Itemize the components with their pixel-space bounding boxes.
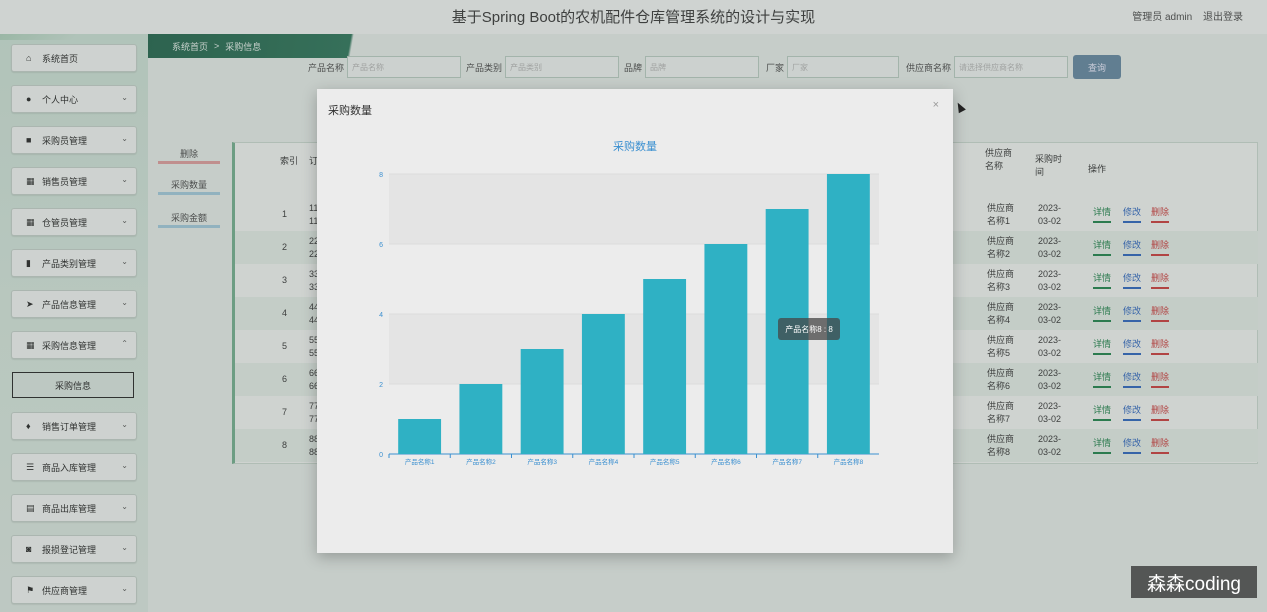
bar-8	[826, 174, 870, 454]
bar-6	[704, 244, 748, 454]
y-tick-label: 2	[379, 382, 383, 389]
y-tick-label: 8	[379, 172, 383, 179]
x-tick-label: 产品名称7	[772, 457, 802, 466]
blur-patch	[886, 489, 956, 553]
x-tick-label: 产品名称5	[650, 457, 680, 466]
y-tick-label: 0	[379, 452, 383, 459]
chart-title: 采购数量	[613, 139, 657, 153]
x-tick-label: 产品名称1	[405, 457, 435, 466]
bar-5	[643, 279, 687, 454]
y-tick-label: 4	[379, 312, 383, 319]
x-tick-label: 产品名称4	[589, 457, 619, 466]
bar-3	[520, 349, 564, 454]
bar-4	[581, 314, 625, 454]
bar-2	[459, 384, 503, 454]
watermark: 森森coding	[1131, 566, 1257, 598]
x-tick-label: 产品名称2	[466, 457, 496, 466]
y-tick-label: 6	[379, 242, 383, 249]
chart-modal: 采购数量 × 采购数量 0 2 4 6 8 产品名称1 产品名称2 产品名称3 产品名称4 产品名称…	[317, 89, 953, 553]
bar-1	[398, 419, 442, 454]
chart-tooltip-text: 产品名称8 : 8	[785, 324, 833, 334]
x-tick-label: 产品名称8	[834, 457, 864, 466]
purchase-quantity-chart: 采购数量 0 2 4 6 8 产品名称1 产品名称2 产品名称3 产品名称4 产品名称5 产品名称6 产…	[379, 139, 879, 466]
x-tick-label: 产品名称3	[527, 457, 557, 466]
x-tick-label: 产品名称6	[711, 457, 741, 466]
